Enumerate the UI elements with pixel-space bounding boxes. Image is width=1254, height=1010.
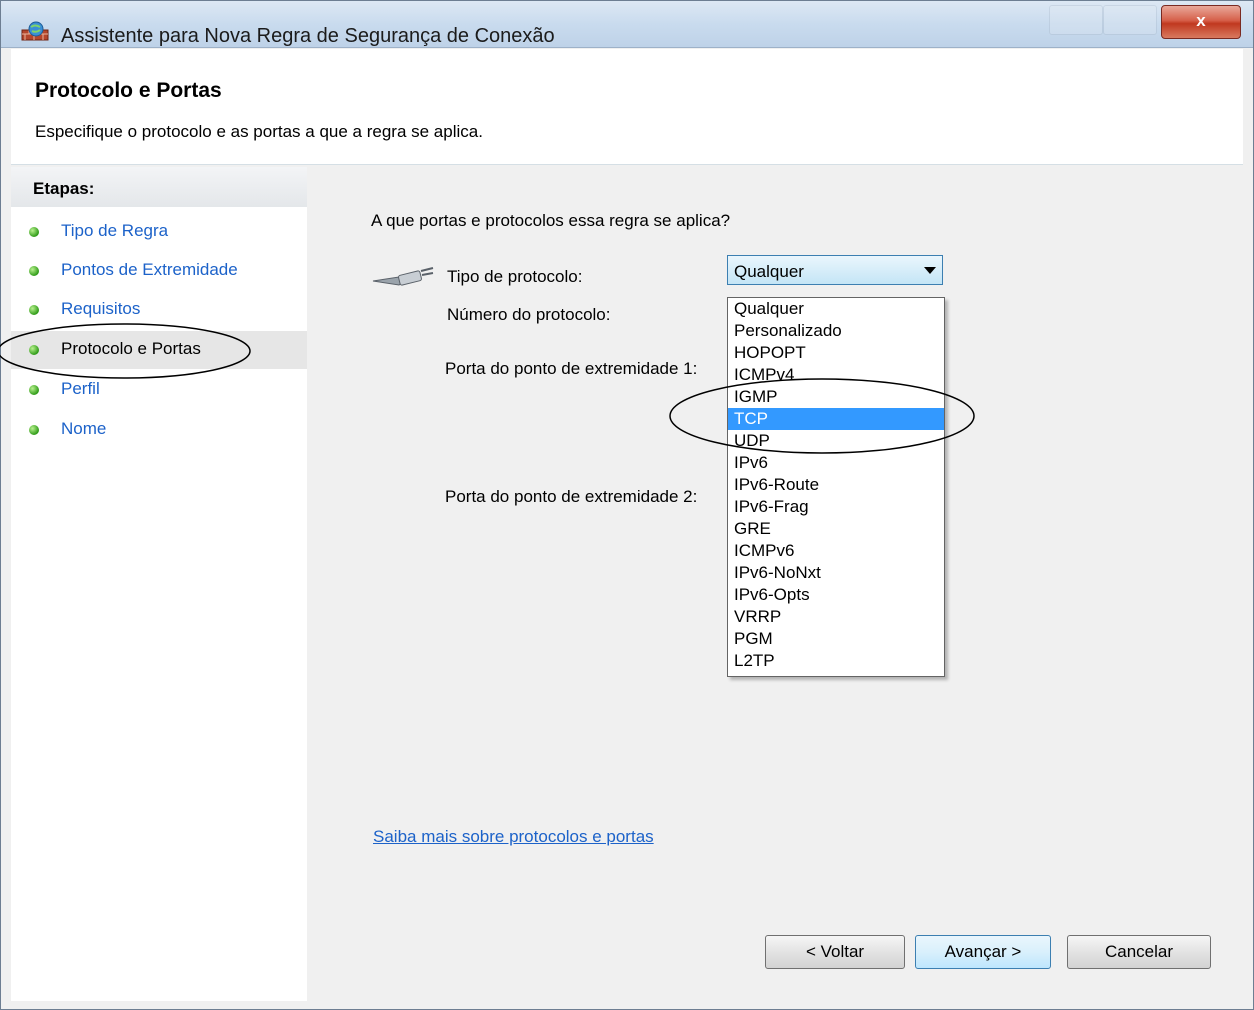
next-button[interactable]: Avançar >: [915, 935, 1051, 969]
page-title: Protocolo e Portas: [35, 79, 222, 102]
steps-heading-label: Etapas:: [33, 179, 95, 198]
step-label: Perfil: [61, 379, 100, 398]
step-perfil[interactable]: Perfil: [11, 371, 307, 409]
step-requisitos[interactable]: Requisitos: [11, 291, 307, 329]
step-label: Protocolo e Portas: [61, 339, 201, 358]
step-label: Pontos de Extremidade: [61, 260, 238, 279]
step-bullet-icon: [29, 385, 39, 395]
cancel-button[interactable]: Cancelar: [1067, 935, 1211, 969]
step-bullet-icon: [29, 425, 39, 435]
maximize-button[interactable]: [1103, 5, 1157, 35]
learn-more-link[interactable]: Saiba mais sobre protocolos e portas: [373, 827, 654, 847]
dropdown-option[interactable]: GRE: [728, 518, 944, 540]
dropdown-option-selected[interactable]: TCP: [728, 408, 944, 430]
window-title: Assistente para Nova Regra de Segurança …: [61, 25, 555, 47]
dropdown-option[interactable]: HOPOPT: [728, 342, 944, 364]
page-description: Especifique o protocolo e as portas a qu…: [35, 122, 483, 141]
step-tipo-de-regra[interactable]: Tipo de Regra: [11, 213, 307, 251]
dropdown-option[interactable]: VRRP: [728, 606, 944, 628]
step-label: Requisitos: [61, 299, 141, 318]
endpoint-port1-label: Porta do ponto de extremidade 1:: [445, 359, 698, 378]
dropdown-option[interactable]: L2TP: [728, 650, 944, 672]
steps-heading: Etapas:: [11, 167, 307, 207]
step-bullet-icon: [29, 227, 39, 237]
dropdown-option[interactable]: ICMPv4: [728, 364, 944, 386]
close-icon: x: [1196, 11, 1206, 30]
chevron-down-icon: [924, 267, 936, 274]
main-panel: A que portas e protocolos essa regra se …: [307, 167, 1243, 1001]
network-plug-icon: [372, 267, 434, 286]
dropdown-option[interactable]: IPv6-Route: [728, 474, 944, 496]
dropdown-option[interactable]: Qualquer: [728, 298, 944, 320]
dropdown-option[interactable]: IPv6-Opts: [728, 584, 944, 606]
steps-sidebar: Etapas: Tipo de Regra Pontos de Extremid…: [11, 167, 307, 1001]
step-protocolo-e-portas[interactable]: Protocolo e Portas: [11, 331, 307, 369]
wizard-header: Protocolo e Portas Especifique o protoco…: [11, 49, 1243, 165]
firewall-icon: [21, 21, 49, 41]
protocol-dropdown-list[interactable]: Qualquer Personalizado HOPOPT ICMPv4 IGM…: [727, 297, 945, 677]
wizard-window: Assistente para Nova Regra de Segurança …: [0, 0, 1254, 1010]
protocol-select-value: Qualquer: [734, 262, 804, 281]
endpoint-port2-label: Porta do ponto de extremidade 2:: [445, 487, 698, 506]
dropdown-option[interactable]: ICMPv6: [728, 540, 944, 562]
dropdown-option[interactable]: IPv6-NoNxt: [728, 562, 944, 584]
dropdown-option[interactable]: IPv6: [728, 452, 944, 474]
protocol-type-select[interactable]: Qualquer: [727, 255, 943, 285]
step-nome[interactable]: Nome: [11, 411, 307, 449]
title-bar[interactable]: Assistente para Nova Regra de Segurança …: [1, 1, 1253, 48]
minimize-button[interactable]: [1049, 5, 1103, 35]
step-bullet-icon: [29, 305, 39, 315]
step-pontos-de-extremidade[interactable]: Pontos de Extremidade: [11, 252, 307, 290]
dropdown-option[interactable]: Personalizado: [728, 320, 944, 342]
back-button[interactable]: < Voltar: [765, 935, 905, 969]
dropdown-option[interactable]: PGM: [728, 628, 944, 650]
step-bullet-icon: [29, 266, 39, 276]
step-bullet-icon: [29, 345, 39, 355]
dropdown-option[interactable]: IGMP: [728, 386, 944, 408]
question-text: A que portas e protocolos essa regra se …: [371, 211, 731, 230]
step-label: Tipo de Regra: [61, 221, 169, 240]
close-button[interactable]: x: [1161, 5, 1241, 39]
dropdown-option[interactable]: UDP: [728, 430, 944, 452]
protocol-number-label: Número do protocolo:: [447, 305, 611, 324]
step-label: Nome: [61, 419, 107, 438]
dropdown-option[interactable]: IPv6-Frag: [728, 496, 944, 518]
protocol-type-label: Tipo de protocolo:: [447, 267, 583, 286]
